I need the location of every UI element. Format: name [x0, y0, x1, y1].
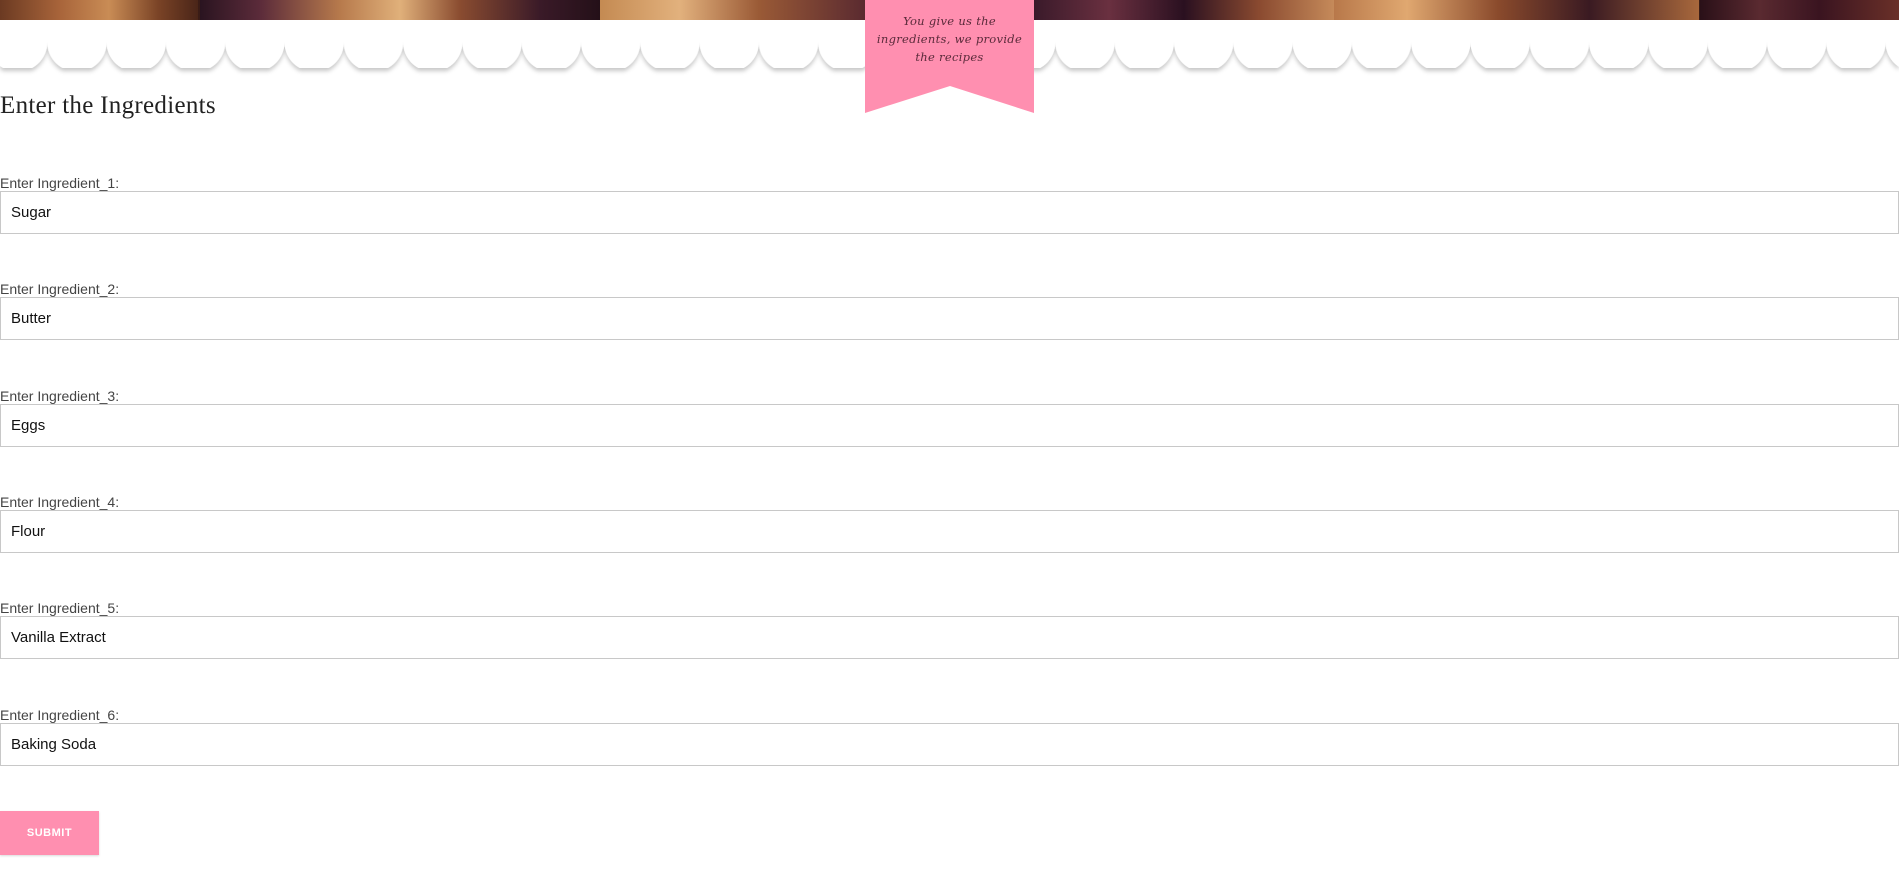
tagline-text: You give us the ingredients, we provide …: [876, 14, 1023, 64]
ingredient-6-input[interactable]: [0, 723, 1899, 766]
submit-button[interactable]: SUBMIT: [0, 811, 99, 855]
ingredient-4-input[interactable]: [0, 510, 1899, 553]
ingredient-4-label: Enter Ingredient_4:: [0, 494, 120, 510]
ingredient-5-input[interactable]: [0, 616, 1899, 659]
ingredient-2-input[interactable]: [0, 297, 1899, 340]
page-title: Enter the Ingredients: [0, 92, 216, 119]
ingredient-field-3: Enter Ingredient_3:: [0, 388, 1899, 447]
ingredient-2-label: Enter Ingredient_2:: [0, 281, 120, 297]
ingredient-field-6: Enter Ingredient_6:: [0, 707, 1899, 766]
ingredient-field-5: Enter Ingredient_5:: [0, 600, 1899, 659]
ingredient-5-label: Enter Ingredient_5:: [0, 600, 120, 616]
ingredient-3-label: Enter Ingredient_3:: [0, 388, 120, 404]
ingredient-6-label: Enter Ingredient_6:: [0, 707, 120, 723]
ingredient-field-2: Enter Ingredient_2:: [0, 281, 1899, 340]
ingredient-field-4: Enter Ingredient_4:: [0, 494, 1899, 553]
ingredient-1-input[interactable]: [0, 191, 1899, 234]
ingredient-field-1: Enter Ingredient_1:: [0, 175, 1899, 234]
tagline-ribbon: You give us the ingredients, we provide …: [865, 0, 1034, 114]
ingredient-1-label: Enter Ingredient_1:: [0, 175, 120, 191]
ingredient-3-input[interactable]: [0, 404, 1899, 447]
